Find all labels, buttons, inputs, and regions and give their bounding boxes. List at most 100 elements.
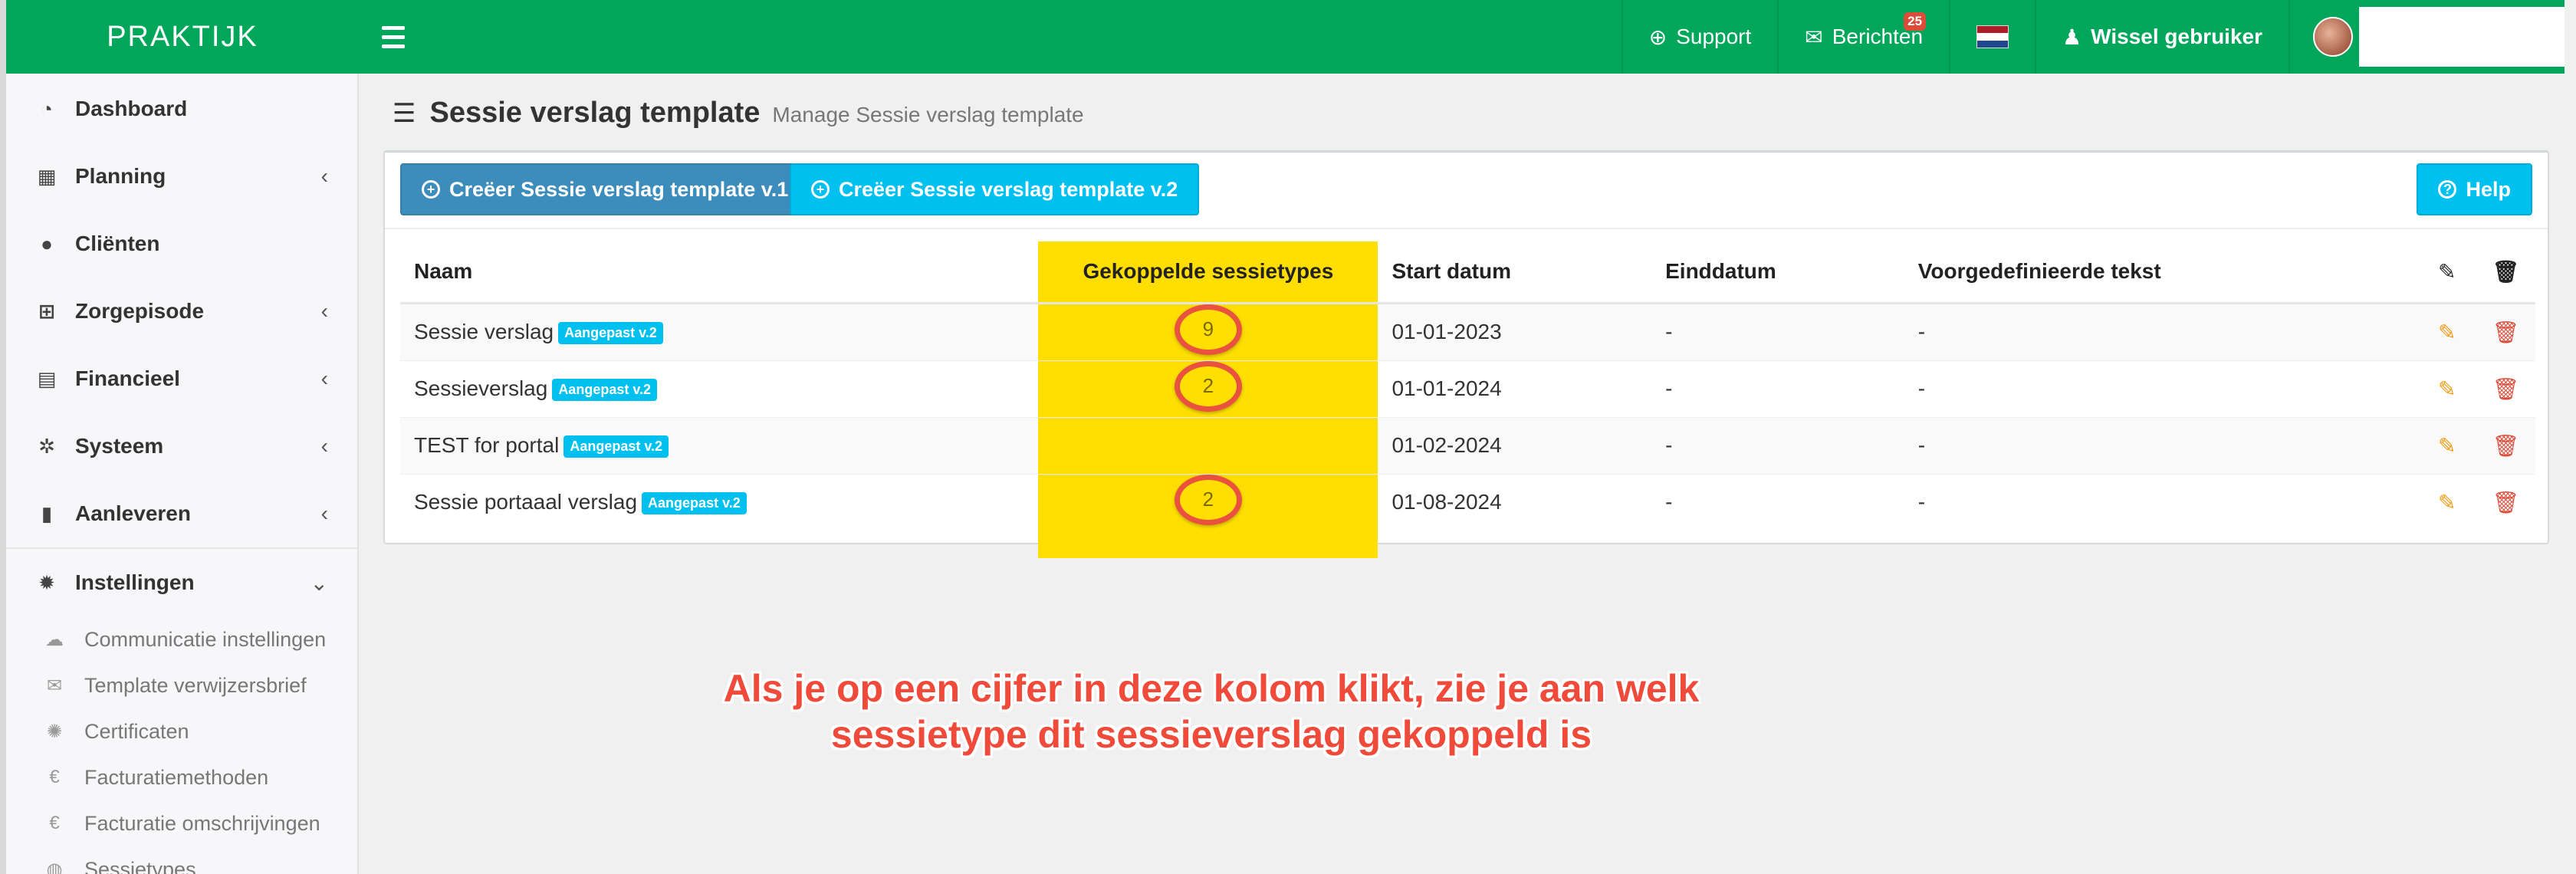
edit-pencil-icon[interactable]: ✎ [2417,360,2476,417]
sidebar-toggle-icon[interactable] [382,23,405,51]
plus-circle-icon: + [811,180,830,199]
table-row: Sessie verslag Aangepast v.2 9 01-01-2023… [400,302,2535,360]
table-row: TEST for portal Aangepast v.2 01-02-2024 … [400,416,2535,474]
sidebar-item-label: Planning [75,164,166,188]
cell-einddatum: - [1651,360,1904,417]
page-header: ☰ Sessie verslag template Manage Sessie … [393,97,1084,130]
linked-count-link[interactable]: 2 [1174,474,1242,525]
highlight-filler-row [400,531,2535,558]
sidebar-subitem-facturatie-omschrijvingen[interactable]: € Facturatie omschrijvingen [6,800,357,846]
sidebar-item-systeem[interactable]: ✲ Systeem ‹ [6,412,357,480]
sidebar-item-dashboard[interactable]: ◔ Dashboard [6,75,357,143]
chevron-left-icon: ‹ [320,434,328,458]
globe-icon: ◍ [46,859,63,874]
sidebar-subitem-template-verwijzersbrief[interactable]: ✉ Template verwijzersbrief [6,662,357,708]
delete-trash-icon[interactable]: 🗑 [2476,416,2535,474]
cell-gekoppelde-sessietypes: 2 [1038,360,1378,417]
sidebar-item-instellingen[interactable]: ✹ Instellingen ⌄ [6,549,357,616]
cell-voorgedefinieerde-tekst: - [1904,302,2418,360]
templates-table: Naam Gekoppelde sessietypes Start datum … [400,242,2535,558]
cell-start-datum: 01-01-2023 [1378,302,1652,360]
sidebar-item-zorgepisode[interactable]: ⊞ Zorgepisode ‹ [6,278,357,345]
create-template-v1-button[interactable]: + Creëer Sessie verslag template v.1 [400,163,810,215]
sidebar-subitem-communicatie[interactable]: ☁ Communicatie instellingen [6,616,357,662]
column-header-naam[interactable]: Naam [400,242,1039,304]
help-button[interactable]: ? Help [2417,163,2532,215]
linked-count-link[interactable]: 2 [1174,360,1242,412]
template-name[interactable]: TEST for portal [414,433,559,457]
sidebar-subitem-label: Facturatiemethoden [84,765,269,789]
user-icon: ● [41,232,53,255]
sidebar-subitem-label: Facturatie omschrijvingen [84,811,320,835]
window-edge [0,0,6,874]
linked-count: 9 [1202,317,1214,340]
sidebar-item-label: Systeem [75,434,164,458]
cell-start-datum: 01-02-2024 [1378,416,1652,474]
berichten-link[interactable]: ✉ Berichten 25 [1777,0,1949,74]
sidebar: ◔ Dashboard ▦ Planning ‹ ● Cliënten ⊞ Zo… [6,74,359,874]
sidebar-item-clienten[interactable]: ● Cliënten [6,210,357,278]
delete-trash-icon[interactable]: 🗑 [2476,360,2535,417]
table-row: Sessie portaaal verslag Aangepast v.2 2 0… [400,473,2535,531]
cell-naam: Sessieverslag Aangepast v.2 [400,360,1039,417]
truck-icon: ▮ [41,501,53,525]
sidebar-item-label: Zorgepisode [75,299,205,323]
wissel-gebruiker-link[interactable]: ♟ Wissel gebruiker [2035,0,2288,74]
user-menu[interactable] [2288,0,2564,74]
language-switcher[interactable] [1949,0,2035,74]
cell-gekoppelde-sessietypes: 2 [1038,473,1378,531]
create-template-v2-label: Creëer Sessie verslag template v.2 [839,177,1178,201]
sidebar-subitem-sessietypes[interactable]: ◍ Sessietypes [6,846,357,874]
dutch-flag-icon [1976,25,2009,48]
euro-icon: € [49,813,60,833]
help-label: Help [2466,177,2511,201]
table-header-row: Naam Gekoppelde sessietypes Start datum … [400,242,2535,304]
page-title: Sessie verslag template [429,97,761,129]
annotation-text: Als je op een cijfer in deze kolom klikt… [675,665,1748,757]
top-navbar: PRAKTIJK ⊕ Support ✉ Berichten 25 ♟ Wiss… [6,0,2564,74]
trash-header-icon: 🗑 [2476,242,2535,304]
linked-count: 2 [1202,488,1214,511]
delete-trash-icon[interactable]: 🗑 [2476,302,2535,360]
brand-logo[interactable]: PRAKTIJK [6,0,359,74]
template-box: + Creëer Sessie verslag template v.1 + C… [383,150,2549,558]
column-header-start-datum[interactable]: Start datum [1378,242,1652,304]
wissel-gebruiker-label: Wissel gebruiker [2091,25,2262,48]
edit-pencil-icon[interactable]: ✎ [2417,473,2476,531]
avatar [2313,17,2353,57]
sidebar-subitem-label: Certificaten [84,719,189,743]
version-tag: Aangepast v.2 [642,492,747,515]
user-secret-icon: ♟ [2062,25,2082,49]
life-ring-icon: ⊕ [1648,25,1668,49]
version-tag: Aangepast v.2 [564,435,669,458]
database-icon: ☰ [393,99,416,128]
template-name[interactable]: Sessieverslag [414,376,547,400]
linked-count: 2 [1202,374,1214,397]
sidebar-item-financieel[interactable]: ▤ Financieel ‹ [6,345,357,412]
chevron-down-icon: ⌄ [310,570,328,595]
create-template-v2-button[interactable]: + Creëer Sessie verslag template v.2 [790,163,1200,215]
sidebar-subitem-certificaten[interactable]: ✺ Certificaten [6,708,357,754]
plus-circle-icon: + [422,180,440,199]
edit-pencil-icon[interactable]: ✎ [2417,302,2476,360]
cell-gekoppelde-sessietypes: 9 [1038,302,1378,360]
sidebar-item-aanleveren[interactable]: ▮ Aanleveren ‹ [6,480,357,547]
column-header-voorgedefinieerde-tekst[interactable]: Voorgedefinieerde tekst [1904,242,2418,304]
column-header-einddatum[interactable]: Einddatum [1651,242,1904,304]
chevron-left-icon: ‹ [320,299,328,323]
sidebar-item-label: Dashboard [75,97,188,120]
support-link[interactable]: ⊕ Support [1621,0,1778,74]
sidebar-subitem-facturatiemethoden[interactable]: € Facturatiemethoden [6,754,357,800]
template-name[interactable]: Sessie portaaal verslag [414,490,637,514]
linked-count-link[interactable]: 9 [1174,304,1242,355]
cell-start-datum: 01-08-2024 [1378,473,1652,531]
sidebar-item-planning[interactable]: ▦ Planning ‹ [6,143,357,210]
column-header-gekoppelde-sessietypes[interactable]: Gekoppelde sessietypes [1038,242,1378,304]
delete-trash-icon[interactable]: 🗑 [2476,473,2535,531]
table-row: Sessieverslag Aangepast v.2 2 01-01-2024 … [400,360,2535,417]
cell-naam: TEST for portal Aangepast v.2 [400,416,1039,474]
sidebar-item-label: Aanleveren [75,501,191,525]
chevron-left-icon: ‹ [320,366,328,390]
edit-pencil-icon[interactable]: ✎ [2417,416,2476,474]
template-name[interactable]: Sessie verslag [414,320,554,343]
